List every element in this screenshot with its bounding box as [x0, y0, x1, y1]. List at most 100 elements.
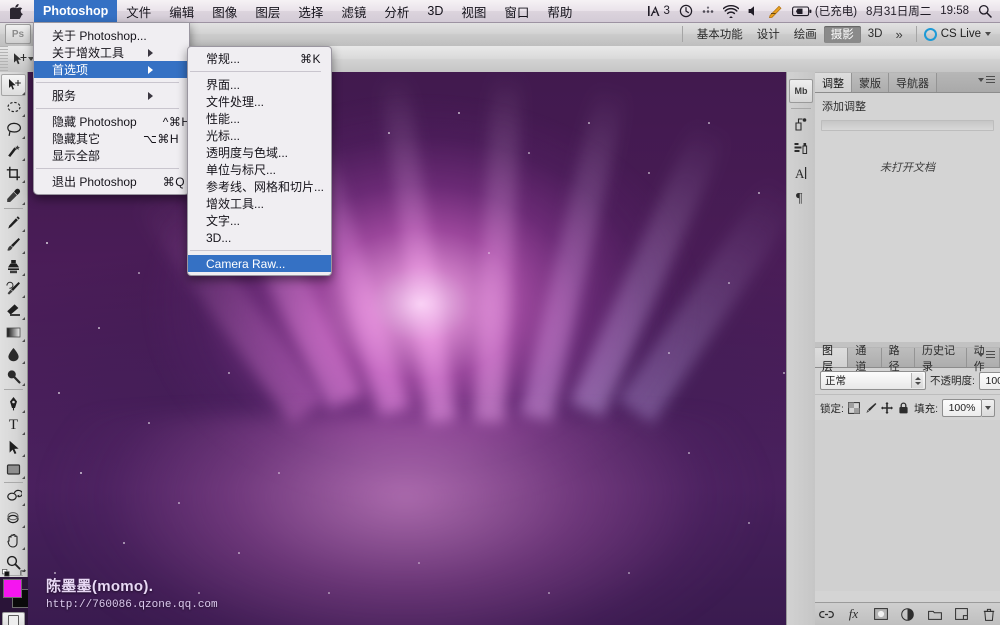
- menu-item-preferences-units-rulers[interactable]: 单位与标尺...: [188, 161, 331, 178]
- menu-item-hide-photoshop[interactable]: 隐藏 Photoshop ^⌘H: [34, 113, 190, 130]
- menu-item-preferences-type[interactable]: 文字...: [188, 212, 331, 229]
- lock-position-icon[interactable]: [881, 401, 894, 415]
- workspace-more-chevrons-icon[interactable]: »: [889, 27, 908, 42]
- tool-gradient[interactable]: [1, 321, 26, 343]
- tool-type[interactable]: T: [1, 414, 26, 436]
- mac-menu-app-name[interactable]: Photoshop: [34, 0, 118, 22]
- tab-adjustments[interactable]: 调整: [815, 73, 852, 92]
- mac-menu-window[interactable]: 窗口: [495, 0, 538, 22]
- mac-menu-analysis[interactable]: 分析: [375, 0, 418, 22]
- menu-item-preferences-cursors[interactable]: 光标...: [188, 127, 331, 144]
- tool-spot-healing[interactable]: [1, 211, 26, 233]
- lock-all-icon[interactable]: [898, 401, 911, 415]
- opacity-value[interactable]: 100%: [978, 371, 1000, 390]
- photoshop-app-menu[interactable]: 关于 Photoshop... 关于增效工具 首选项 服务 隐藏 Photosh…: [33, 22, 190, 195]
- color-panel-icon[interactable]: [789, 114, 813, 136]
- menu-item-about-plugin[interactable]: 关于增效工具: [34, 44, 189, 61]
- panel-menu-button[interactable]: [978, 76, 995, 84]
- link-layers-icon[interactable]: [819, 607, 834, 622]
- lock-image-icon[interactable]: [864, 401, 877, 415]
- layer-style-fx-icon[interactable]: fx: [846, 606, 861, 622]
- tool-path-selection[interactable]: [1, 436, 26, 458]
- wifi-icon[interactable]: [722, 4, 739, 18]
- volume-icon[interactable]: [748, 5, 759, 17]
- tool-3d-object-rotate[interactable]: [1, 485, 26, 507]
- foreground-color-swatch[interactable]: [2, 579, 22, 598]
- menu-item-preferences-guides-grid-slices[interactable]: 参考线、网格和切片...: [188, 178, 331, 195]
- add-mask-icon[interactable]: [873, 607, 888, 622]
- preferences-submenu[interactable]: 常规... ⌘K 界面... 文件处理... 性能... 光标... 透明度与色…: [187, 46, 332, 276]
- spotlight-search-icon[interactable]: [978, 4, 992, 18]
- layers-list[interactable]: [815, 420, 1000, 591]
- cs-live-button[interactable]: CS Live: [923, 27, 993, 41]
- mini-bridge-icon[interactable]: Mb: [789, 79, 813, 103]
- tool-shape[interactable]: [1, 458, 26, 480]
- menu-item-services[interactable]: 服务: [34, 87, 189, 104]
- mac-menu-file[interactable]: 文件: [117, 0, 160, 22]
- tab-navigator[interactable]: 导航器: [889, 73, 937, 92]
- swap-colors-icon[interactable]: [19, 569, 28, 577]
- fill-value[interactable]: 100%: [942, 399, 982, 417]
- mac-menu-filter[interactable]: 滤镜: [332, 0, 375, 22]
- tool-lasso[interactable]: [1, 118, 26, 140]
- tool-marquee[interactable]: [1, 96, 26, 118]
- paragraph-panel-icon[interactable]: ¶: [789, 186, 813, 208]
- delete-layer-icon[interactable]: [981, 607, 996, 622]
- tool-dodge[interactable]: [1, 365, 26, 387]
- bluetooth-icon[interactable]: [702, 5, 714, 18]
- lock-transparency-icon[interactable]: [848, 401, 861, 415]
- adjustment-presets-strip[interactable]: [821, 120, 994, 131]
- tool-brush[interactable]: [1, 233, 26, 255]
- quick-mask-toggle[interactable]: [2, 612, 25, 625]
- apple-logo-icon[interactable]: [0, 0, 34, 22]
- tool-eraser[interactable]: [1, 299, 26, 321]
- tab-layers[interactable]: 图层: [815, 345, 849, 373]
- new-layer-icon[interactable]: [954, 607, 969, 622]
- tool-pen[interactable]: [1, 392, 26, 414]
- mac-menu-3d[interactable]: 3D: [418, 0, 452, 22]
- menu-item-preferences-camera-raw[interactable]: Camera Raw...: [188, 255, 331, 272]
- mac-menu-help[interactable]: 帮助: [538, 0, 581, 22]
- adobe-drive-status-icon[interactable]: 3: [647, 5, 670, 17]
- time-machine-icon[interactable]: [679, 4, 693, 18]
- mac-menu-edit[interactable]: 编辑: [160, 0, 203, 22]
- mac-menu-layer[interactable]: 图层: [246, 0, 289, 22]
- fill-stepper[interactable]: [982, 399, 995, 417]
- tool-3d-camera-rotate[interactable]: [1, 507, 26, 529]
- menu-item-preferences-interface[interactable]: 界面...: [188, 76, 331, 93]
- mac-menu-image[interactable]: 图像: [203, 0, 246, 22]
- menu-item-hide-others[interactable]: 隐藏其它 ⌥⌘H: [34, 130, 189, 147]
- tool-history-brush[interactable]: [1, 277, 26, 299]
- menubar-clock[interactable]: 19:58: [940, 5, 969, 17]
- menu-item-preferences-transparency-gamut[interactable]: 透明度与色域...: [188, 144, 331, 161]
- tab-history[interactable]: 历史记录: [914, 345, 967, 373]
- mac-menu-view[interactable]: 视图: [452, 0, 495, 22]
- menu-item-preferences-3d[interactable]: 3D...: [188, 229, 331, 246]
- styles-panel-icon[interactable]: [789, 138, 813, 160]
- tool-move[interactable]: [1, 74, 26, 96]
- options-bar-grip[interactable]: [0, 46, 8, 72]
- tab-masks[interactable]: 蒙版: [852, 73, 889, 92]
- menu-item-show-all[interactable]: 显示全部: [34, 147, 189, 164]
- default-colors-icon[interactable]: [1, 569, 10, 577]
- menu-item-preferences[interactable]: 首选项: [34, 61, 189, 78]
- adjustment-layer-icon[interactable]: [900, 607, 915, 622]
- workspace-tab-design[interactable]: 设计: [750, 26, 787, 43]
- tool-eyedropper[interactable]: [1, 184, 26, 206]
- input-method-icon[interactable]: [768, 4, 783, 18]
- battery-status[interactable]: (已充电): [791, 3, 857, 19]
- menu-item-preferences-file-handling[interactable]: 文件处理...: [188, 93, 331, 110]
- tool-hand[interactable]: [1, 529, 26, 551]
- character-panel-icon[interactable]: A: [789, 162, 813, 184]
- tool-blur[interactable]: [1, 343, 26, 365]
- menu-item-preferences-plugins[interactable]: 增效工具...: [188, 195, 331, 212]
- menu-item-preferences-performance[interactable]: 性能...: [188, 110, 331, 127]
- workspace-tab-painting[interactable]: 绘画: [787, 26, 824, 43]
- menubar-date[interactable]: 8月31日周二: [866, 3, 931, 19]
- tool-quick-selection[interactable]: [1, 140, 26, 162]
- menu-item-preferences-general[interactable]: 常规... ⌘K: [188, 50, 331, 67]
- tab-channels[interactable]: 通道: [848, 345, 882, 373]
- tab-paths[interactable]: 路径: [881, 345, 915, 373]
- workspace-tab-essentials[interactable]: 基本功能: [690, 26, 750, 43]
- new-group-icon[interactable]: [927, 607, 942, 622]
